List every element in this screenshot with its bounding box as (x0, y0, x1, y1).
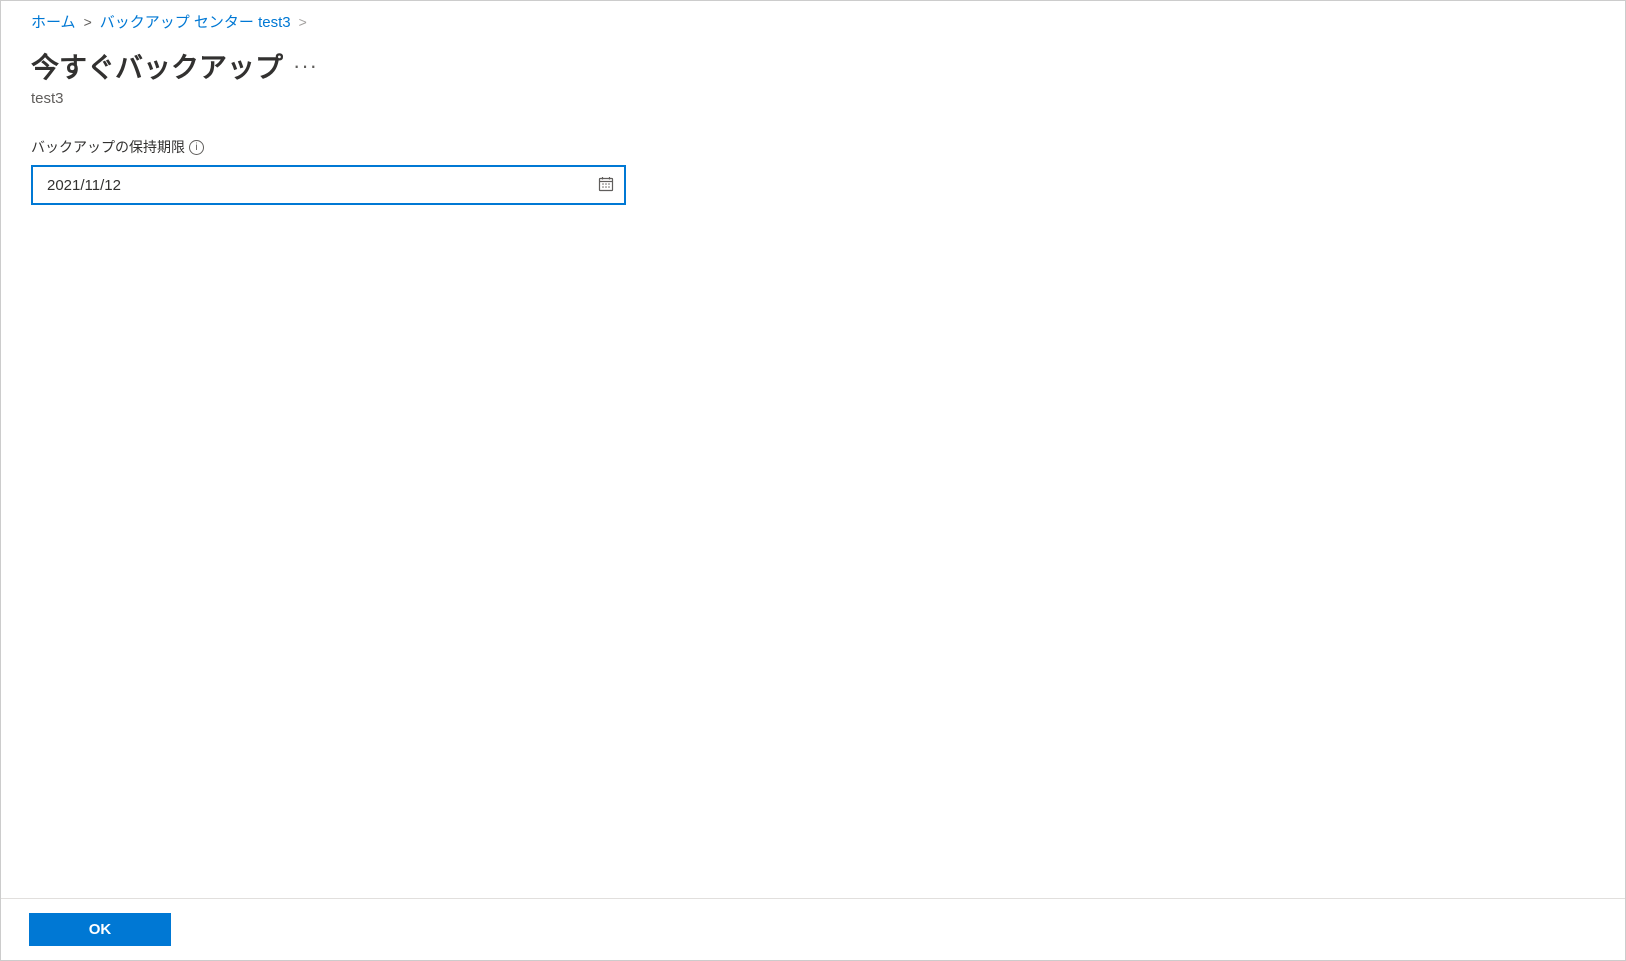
footer: OK (1, 898, 1625, 960)
retention-label-row: バックアップの保持期限 i (31, 137, 1595, 157)
calendar-icon[interactable] (598, 176, 616, 194)
breadcrumb: ホーム > バックアップ センター test3 > (1, 1, 1625, 38)
breadcrumb-home-link[interactable]: ホーム (31, 11, 76, 32)
more-menu-icon[interactable]: ··· (293, 55, 318, 77)
ok-button[interactable]: OK (29, 913, 171, 946)
breadcrumb-backup-center-label: バックアップ センター (100, 14, 254, 31)
retention-date-field (31, 165, 626, 205)
breadcrumb-separator: > (299, 14, 307, 30)
page-title: 今すぐバックアップ (31, 46, 283, 86)
info-icon[interactable]: i (189, 140, 204, 155)
form-section: バックアップの保持期限 i (1, 137, 1625, 205)
breadcrumb-backup-center-link[interactable]: バックアップ センター test3 (100, 11, 291, 32)
breadcrumb-item-label: test3 (258, 14, 291, 31)
page-subtitle: test3 (1, 90, 1625, 137)
retention-label: バックアップの保持期限 (31, 137, 185, 157)
retention-date-input[interactable] (31, 165, 626, 205)
breadcrumb-separator: > (84, 14, 92, 30)
page-header: 今すぐバックアップ ··· (1, 38, 1625, 90)
